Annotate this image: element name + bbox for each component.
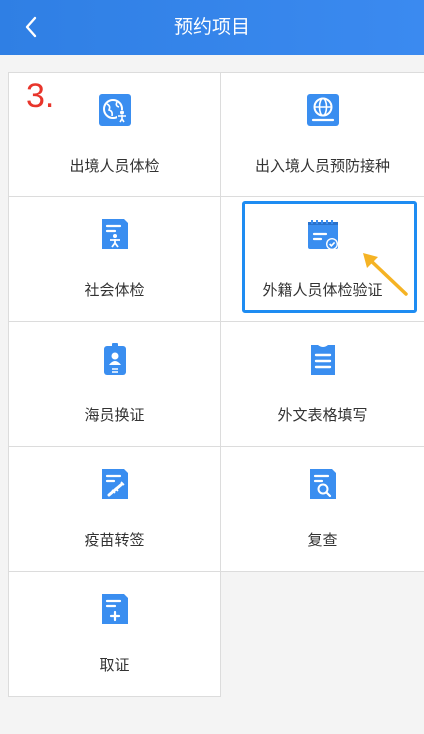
document-search-icon	[309, 469, 336, 499]
item-certificate-collection[interactable]: 取证	[8, 572, 221, 697]
item-vaccine-transfer[interactable]: 疫苗转签	[8, 447, 221, 572]
empty-grid-cell	[221, 572, 424, 700]
item-label: 出入境人员预防接种	[254, 157, 390, 175]
item-label: 疫苗转签	[84, 531, 145, 549]
item-label: 外籍人员体检验证	[262, 281, 383, 299]
item-label: 海员换证	[84, 406, 145, 424]
app-header: 预约项目	[0, 0, 424, 55]
item-label: 社会体检	[84, 281, 145, 299]
document-syringe-icon	[101, 469, 128, 499]
document-person-icon	[101, 219, 128, 249]
item-label: 出境人员体检	[69, 157, 160, 175]
item-label: 外文表格填写	[277, 406, 368, 424]
item-seaman-license-renewal[interactable]: 海员换证	[8, 322, 221, 447]
globe-icon	[306, 94, 339, 126]
document-plus-icon	[101, 594, 128, 624]
globe-person-icon	[98, 94, 131, 126]
id-badge-icon	[103, 343, 126, 375]
item-social-medical-exam[interactable]: 社会体检	[8, 197, 221, 322]
item-label: 复查	[307, 531, 338, 549]
bottom-blank-area	[0, 700, 424, 734]
item-foreign-form-filling[interactable]: 外文表格填写	[221, 322, 424, 447]
item-re-examination[interactable]: 复查	[221, 447, 424, 572]
item-label: 取证	[99, 656, 130, 674]
appointment-item-grid: 出境人员体检 出入境人员预防接种 社会体检 外籍人员体检验证 海员换证 外文表格…	[8, 72, 424, 700]
calendar-check-icon	[307, 220, 338, 250]
step-number-annotation: 3.	[26, 77, 55, 115]
page-title: 预约项目	[173, 16, 250, 38]
item-vaccination[interactable]: 出入境人员预防接种	[221, 72, 424, 197]
item-foreigner-exam-verification[interactable]: 外籍人员体检验证	[221, 197, 424, 322]
clipboard-list-icon	[310, 345, 335, 375]
